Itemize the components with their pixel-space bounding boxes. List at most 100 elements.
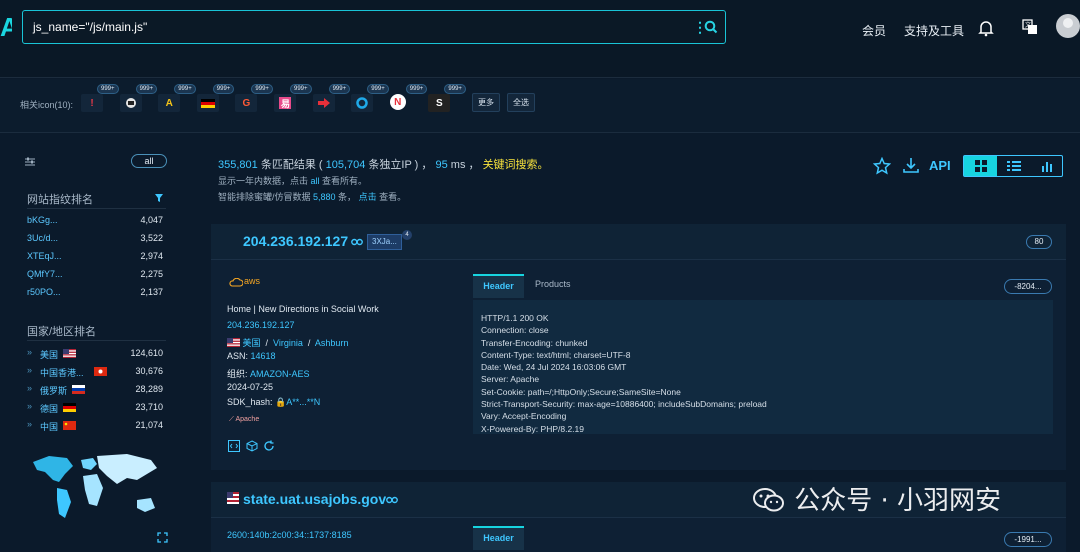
chevron-right-icon[interactable]: »	[27, 347, 32, 357]
search-input[interactable]: js_name="/js/main.js"	[33, 20, 147, 34]
fingerprint-hash[interactable]: QMfY7...	[27, 269, 63, 279]
more-icons-button[interactable]: 更多	[472, 93, 500, 112]
region-link[interactable]: Virginia	[273, 338, 303, 348]
asn-link[interactable]: 14618	[251, 351, 276, 361]
fingerprint-hash[interactable]: 3Uc/d...	[27, 233, 58, 243]
filter-settings-icon[interactable]	[24, 156, 36, 168]
header-line: Content-Type: text/html; charset=UTF-8	[481, 349, 631, 360]
result-domain-link[interactable]: state.uat.usajobs.gov	[243, 491, 386, 507]
tab-header[interactable]: Header	[473, 526, 524, 550]
country-link[interactable]: 美国	[243, 338, 261, 348]
ip-link[interactable]: 204.236.192.127	[227, 320, 295, 330]
org-link[interactable]: AMAZON-AES	[250, 369, 310, 379]
country-item[interactable]: » 德国 23,710	[27, 399, 166, 417]
tag-count-badge: 4	[402, 230, 412, 240]
country-name[interactable]: 俄罗斯	[40, 384, 67, 397]
chevron-right-icon[interactable]: »	[27, 383, 32, 393]
site-fingerprint-item[interactable]: bKGg... 4,047	[27, 212, 166, 230]
city-link[interactable]: Ashburn	[315, 338, 349, 348]
note-text: 智能排除蜜罐/仿冒数据	[218, 192, 314, 202]
related-icon-bar: 相关icon(10): 999+! 999+ 999+ A 999+ 999+ G 999+ 易…	[0, 79, 1080, 133]
related-icon-6[interactable]: 易	[274, 94, 296, 112]
cube-icon[interactable]	[246, 440, 258, 452]
count-badge: 999+	[135, 84, 158, 94]
refresh-icon[interactable]	[263, 440, 275, 452]
site-fingerprint-item[interactable]: 3Uc/d... 3,522	[27, 230, 166, 248]
count-badge: 999+	[367, 84, 389, 94]
related-icon-5[interactable]: G	[235, 94, 258, 112]
chevron-right-icon[interactable]: »	[27, 419, 32, 429]
world-map[interactable]	[27, 448, 167, 528]
related-icon-1[interactable]: !	[81, 94, 103, 112]
related-icon-4[interactable]	[196, 94, 219, 112]
site-fingerprint-item[interactable]: r50PO... 2,137	[27, 284, 166, 302]
link-icon[interactable]	[386, 496, 398, 504]
result-ip-link[interactable]: 204.236.192.127	[243, 233, 348, 249]
fingerprint-hash[interactable]: bKGg...	[27, 215, 58, 225]
keyword-search-link[interactable]: 关键词搜索。	[483, 159, 549, 171]
funnel-icon[interactable]	[154, 193, 164, 203]
related-icon-7[interactable]	[312, 94, 335, 112]
translate-icon[interactable]: 文	[1022, 19, 1038, 35]
country-name[interactable]: 中国香港...	[40, 366, 84, 379]
related-icon-2[interactable]	[119, 94, 142, 112]
fingerprint-tag[interactable]: 3XJa...	[367, 234, 402, 250]
search-bar[interactable]: js_name="/js/main.js" ⋮	[22, 10, 726, 44]
note-text: 条，	[335, 192, 359, 202]
more-options-icon[interactable]: ⋮	[693, 19, 707, 36]
bell-icon[interactable]	[978, 19, 994, 37]
country-item[interactable]: » 俄罗斯 28,289	[27, 381, 166, 399]
country-item[interactable]: » 美国 124,610	[27, 345, 166, 363]
country-name[interactable]: 美国	[40, 348, 58, 361]
all-link[interactable]: all	[311, 176, 320, 186]
port-badge[interactable]: 80	[1026, 235, 1052, 249]
chevron-right-icon[interactable]: »	[27, 365, 32, 375]
hk-flag-icon	[94, 367, 107, 376]
result-summary: 355,801 条匹配结果 ( 105,704 条独立IP ) ， 95 ms …	[218, 156, 549, 172]
tab-products[interactable]: Products	[535, 279, 571, 289]
unique-ip-count: 105,704	[325, 159, 366, 171]
chart-view-icon[interactable]	[1030, 156, 1063, 176]
search-icon[interactable]	[704, 20, 718, 34]
tab-header[interactable]: Header	[473, 274, 524, 298]
code-icon[interactable]	[228, 440, 240, 452]
country-item[interactable]: » 中国香港... 30,676	[27, 363, 166, 381]
link-icon[interactable]	[351, 238, 363, 246]
country-count: 124,610	[130, 348, 163, 358]
country-item[interactable]: » 中国 21,074	[27, 417, 166, 435]
sdk-hash-link[interactable]: A**...**N	[286, 397, 320, 407]
site-fingerprint-item[interactable]: QMfY7... 2,275	[27, 266, 166, 284]
fingerprint-hash[interactable]: r50PO...	[27, 287, 61, 297]
ip-link[interactable]: 2600:140b:2c00:34::1737:8185	[227, 530, 352, 540]
expand-icon[interactable]	[157, 532, 168, 543]
hash-badge[interactable]: -1991...	[1004, 532, 1052, 547]
country-name[interactable]: 德国	[40, 402, 58, 415]
star-icon[interactable]	[873, 157, 891, 175]
avatar[interactable]	[1056, 14, 1080, 38]
site-fingerprint-item[interactable]: XTEqJ... 2,974	[27, 248, 166, 266]
query-time: 95	[435, 159, 448, 171]
related-icon-3[interactable]: A	[158, 94, 181, 112]
download-icon[interactable]	[903, 157, 919, 174]
related-icon-10[interactable]: S	[428, 94, 451, 112]
logo[interactable]: A	[0, 12, 12, 43]
country-count: 28,289	[135, 384, 163, 394]
list-view-icon[interactable]	[997, 156, 1030, 176]
all-filter-button[interactable]: all	[131, 154, 167, 168]
chevron-right-icon[interactable]: »	[27, 401, 32, 411]
nav-member[interactable]: 会员	[862, 22, 886, 39]
nav-support-tools[interactable]: 支持及工具	[904, 22, 964, 39]
hash-badge[interactable]: -8204...	[1004, 279, 1052, 294]
select-all-button[interactable]: 全选	[507, 93, 535, 112]
grid-view-icon[interactable]	[964, 156, 997, 176]
related-icon-8[interactable]	[351, 94, 374, 112]
api-button[interactable]: API	[929, 158, 951, 173]
cloud-icon	[229, 278, 243, 287]
view-link[interactable]: 点击	[359, 192, 377, 202]
count-badge: 999+	[328, 84, 351, 94]
asn-row: ASN: 14618	[227, 351, 276, 361]
server-tag[interactable]: ⟋ Apache	[229, 416, 259, 424]
related-icon-9[interactable]: N	[389, 94, 406, 110]
fingerprint-hash[interactable]: XTEqJ...	[27, 251, 62, 261]
country-name[interactable]: 中国	[40, 420, 58, 433]
